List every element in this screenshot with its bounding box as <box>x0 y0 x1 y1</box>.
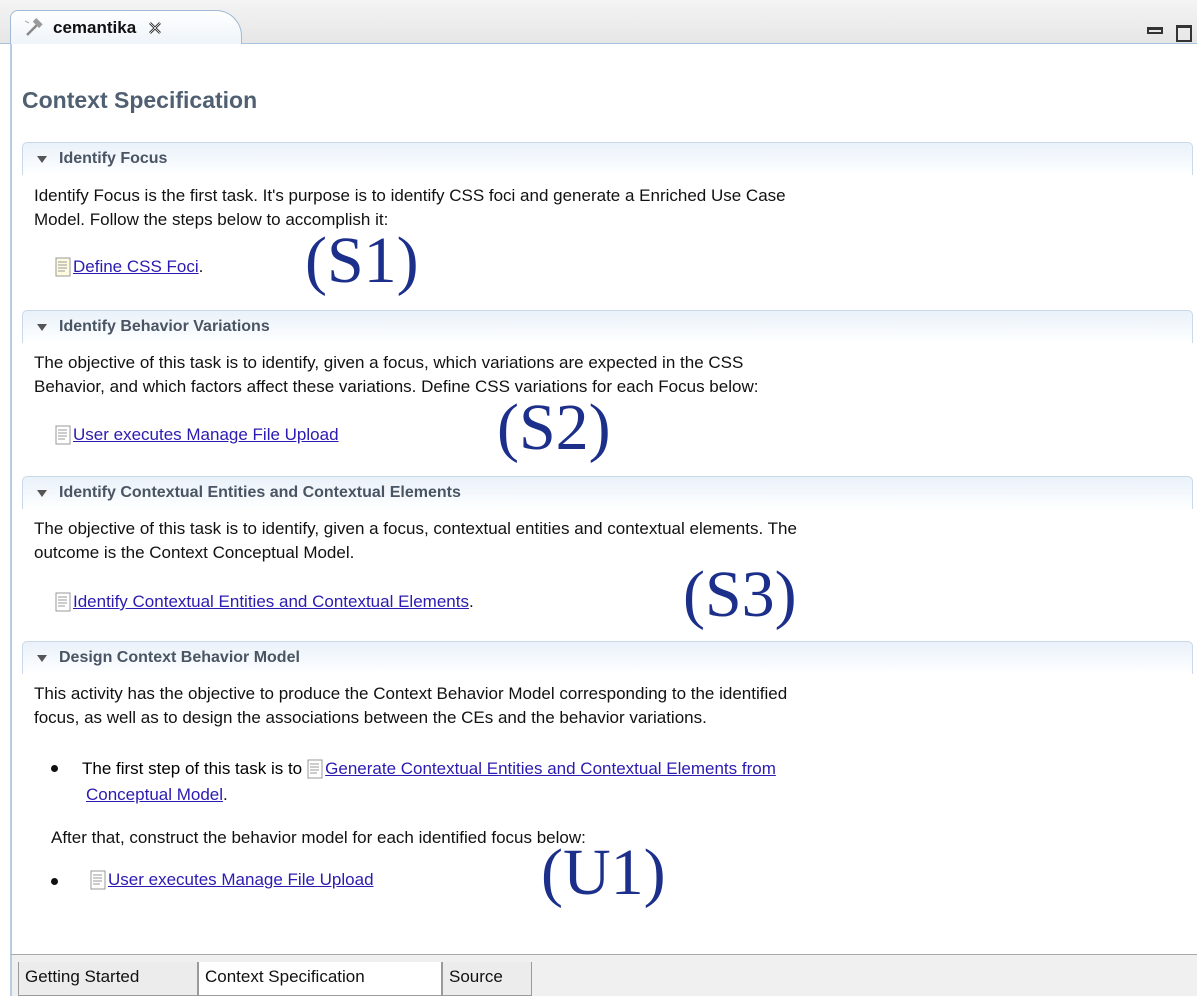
section-title: Identify Behavior Variations <box>59 318 270 335</box>
minimize-icon[interactable] <box>1147 27 1163 34</box>
expand-triangle-icon[interactable] <box>37 489 47 497</box>
tab-context-specification[interactable]: Context Specification <box>198 962 442 996</box>
section-identify-behavior-variations-header[interactable]: Identify Behavior Variations <box>22 310 1193 343</box>
section-identify-contextual-entities-header[interactable]: Identify Contextual Entities and Context… <box>22 476 1193 509</box>
annotation-label: (S2) <box>497 391 611 464</box>
hammer-icon <box>23 17 45 39</box>
editor-tab-strip: cemantika <box>0 0 1197 45</box>
link-suffix: . <box>223 785 228 804</box>
identify-contextual-entities-link[interactable]: Identify Contextual Entities and Context… <box>73 592 469 612</box>
user-executes-manage-file-upload-link[interactable]: User executes Manage File Upload <box>108 870 374 890</box>
page-title: Context Specification <box>22 87 258 113</box>
tab-source[interactable]: Source <box>442 962 532 996</box>
expand-triangle-icon[interactable] <box>37 323 47 331</box>
expand-triangle-icon[interactable] <box>37 654 47 662</box>
annotation-label: (U1) <box>541 836 666 909</box>
section-description: The objective of this task is to identif… <box>34 517 1184 565</box>
description-line: focus, as well as to design the associat… <box>34 708 707 727</box>
generate-contextual-entities-link[interactable]: Generate Contextual Entities and Context… <box>325 759 776 779</box>
bullet-marker <box>51 878 58 885</box>
description-line: Identify Focus is the first task. It's p… <box>34 186 786 205</box>
section-design-context-behavior-model-header[interactable]: Design Context Behavior Model <box>22 641 1193 674</box>
close-icon[interactable] <box>148 21 162 35</box>
bullet-item-first-step-cont: Conceptual Model. <box>84 785 228 805</box>
section-title: Design Context Behavior Model <box>59 649 300 666</box>
user-executes-manage-file-upload-link[interactable]: User executes Manage File Upload <box>73 425 339 445</box>
description-line: Model. Follow the steps below to accompl… <box>34 210 389 229</box>
document-icon <box>55 425 71 445</box>
link-suffix: . <box>198 257 204 276</box>
editor-tab-title: cemantika <box>53 18 137 37</box>
define-css-foci-link[interactable]: Define CSS Foci <box>73 257 199 277</box>
description-line: This activity has the objective to produ… <box>34 684 788 703</box>
maximize-icon[interactable] <box>1176 25 1192 42</box>
description-line: outcome is the Context Conceptual Model. <box>34 543 355 562</box>
tab-getting-started[interactable]: Getting Started <box>18 962 198 996</box>
document-icon <box>307 759 323 779</box>
section-title: Identify Contextual Entities and Context… <box>59 484 461 501</box>
link-row: Define CSS Foci. <box>55 257 203 277</box>
description-line: The objective of this task is to identif… <box>34 519 797 538</box>
document-icon <box>55 592 71 612</box>
link-row: User executes Manage File Upload <box>55 425 339 445</box>
editor-tab-cemantika[interactable]: cemantika <box>10 10 242 45</box>
expand-triangle-icon[interactable] <box>37 155 47 163</box>
document-icon <box>55 257 71 277</box>
bullet-item-focus: User executes Manage File Upload <box>90 870 374 890</box>
conceptual-model-link[interactable]: Conceptual Model <box>86 785 223 805</box>
description-line: The objective of this task is to identif… <box>34 353 744 372</box>
link-suffix: . <box>468 592 474 611</box>
section-description: This activity has the objective to produ… <box>34 682 1184 730</box>
link-row: Identify Contextual Entities and Context… <box>55 592 474 612</box>
document-icon <box>90 870 106 890</box>
bullet-item-first-step: The first step of this task is to Genera… <box>82 759 776 779</box>
bullet-marker <box>51 765 58 772</box>
after-that-text: After that, construct the behavior model… <box>51 828 586 847</box>
section-description: Identify Focus is the first task. It's p… <box>34 184 1184 232</box>
bullet-prefix-text: The first step of this task is to <box>82 759 303 778</box>
section-identify-focus-header[interactable]: Identify Focus <box>22 142 1193 175</box>
annotation-label: (S3) <box>683 558 797 631</box>
annotation-label: (S1) <box>305 224 419 297</box>
section-title: Identify Focus <box>59 150 168 167</box>
